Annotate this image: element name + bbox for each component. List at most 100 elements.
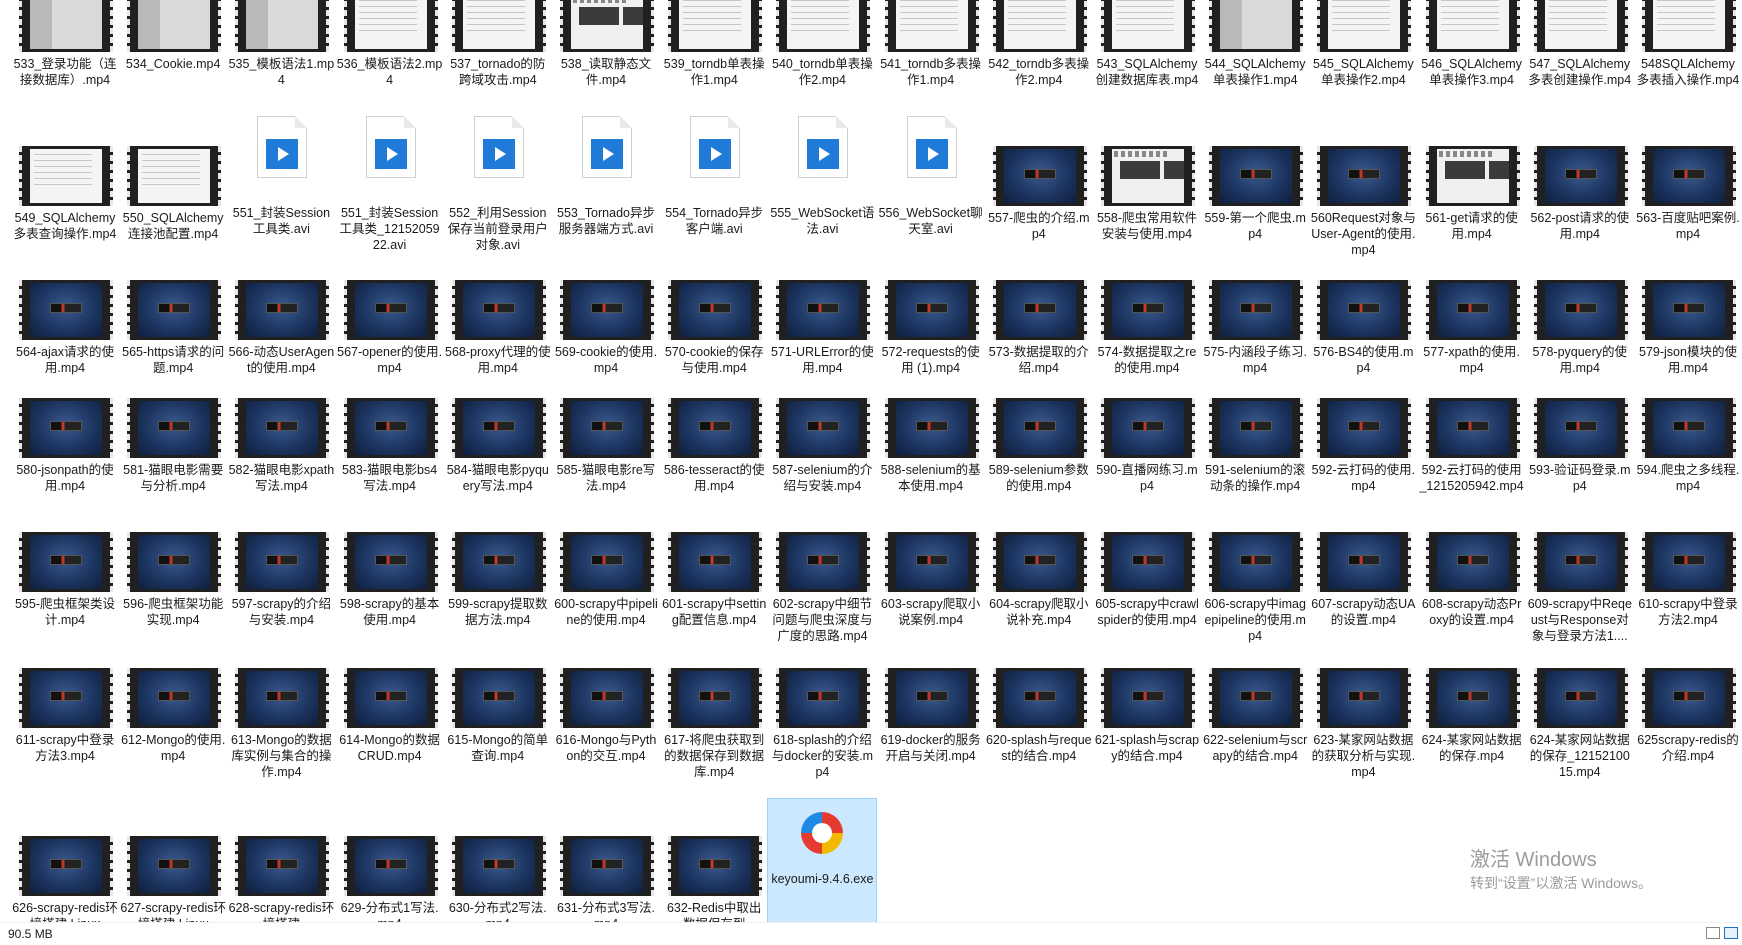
file-name: 541_torndb多表操作1.mp4: [880, 57, 981, 87]
video-frame: [571, 671, 643, 725]
details-view-icon[interactable]: [1706, 927, 1720, 939]
filmstrip-icon: [1642, 146, 1736, 206]
file-name: 535_模板语法1.mp4: [228, 57, 335, 87]
file-name: 631-分布式3写法.mp4: [557, 901, 655, 922]
filmstrip-icon: [19, 280, 113, 340]
video-thumbnail: [668, 532, 763, 592]
video-frame: [462, 0, 535, 49]
video-frame: [138, 839, 211, 893]
video-frame: [1112, 283, 1184, 337]
video-thumbnail: [668, 0, 763, 52]
video-frame: [138, 149, 211, 203]
file-name: 612-Mongo的使用.mp4: [121, 733, 226, 763]
filmstrip-icon: [884, 532, 979, 592]
filmstrip-icon: [776, 280, 871, 340]
filmstrip-icon: [1642, 532, 1736, 592]
video-frame: [571, 0, 643, 49]
filmstrip-icon: [1425, 146, 1520, 206]
filmstrip-icon: [1101, 398, 1195, 458]
filmstrip-icon: [884, 280, 979, 340]
filmstrip-icon: [19, 146, 113, 206]
file-name: 630-分布式2写法.mp4: [448, 901, 547, 922]
video-thumbnail: [1425, 398, 1520, 458]
file-name: 551_封装Session工具类_1215205922.avi: [339, 206, 440, 252]
video-thumbnail: [235, 668, 330, 728]
video-frame: [1220, 0, 1293, 49]
video-frame: [1436, 671, 1509, 725]
video-file-icon: [257, 116, 308, 178]
video-thumbnail: [992, 668, 1087, 728]
video-frame: [1544, 535, 1617, 589]
video-file-icon: [906, 116, 957, 178]
video-frame: [1653, 149, 1725, 203]
video-frame: [571, 839, 643, 893]
video-frame: [895, 671, 968, 725]
file-name: 617-将爬虫获取到的数据保存到数据库.mp4: [664, 733, 765, 779]
filmstrip-icon: [127, 532, 222, 592]
filmstrip-icon: [235, 668, 330, 728]
video-thumbnail: [884, 280, 979, 340]
video-frame: [1653, 401, 1725, 455]
video-thumbnail: [127, 836, 222, 896]
video-thumbnail: [19, 836, 113, 896]
video-thumbnail: [1533, 0, 1628, 52]
video-frame: [138, 283, 211, 337]
video-thumbnail: [1209, 398, 1304, 458]
filmstrip-icon: [776, 532, 871, 592]
video-thumbnail: [1425, 0, 1520, 52]
video-file-icon: [473, 116, 524, 178]
filmstrip-icon: [776, 0, 871, 52]
file-name: 600-scrapy中pipeline的使用.mp4: [554, 597, 658, 627]
video-thumbnail: [127, 0, 222, 52]
video-thumbnail: [1642, 398, 1736, 458]
video-thumbnail: [1101, 146, 1195, 206]
video-file-icon: [690, 116, 741, 178]
video-thumbnail: [235, 836, 330, 896]
filmstrip-icon: [451, 398, 546, 458]
filmstrip-icon: [127, 280, 222, 340]
filmstrip-icon: [1642, 280, 1736, 340]
video-thumbnail: [668, 280, 763, 340]
filmstrip-icon: [992, 0, 1087, 52]
video-thumbnail: [127, 146, 222, 206]
video-frame: [1328, 401, 1401, 455]
filmstrip-icon: [451, 0, 546, 52]
video-thumbnail: [1317, 146, 1412, 206]
video-thumbnail: [343, 836, 438, 896]
video-thumbnail: [776, 280, 871, 340]
video-thumbnail: [451, 398, 546, 458]
file-name: 552_利用Session保存当前登录用户对象.avi: [447, 206, 548, 252]
video-thumbnail: [1425, 668, 1520, 728]
filmstrip-icon: [1533, 280, 1628, 340]
video-frame: [571, 283, 643, 337]
file-name: 622-selenium与scrapy的结合.mp4: [1203, 733, 1308, 763]
video-thumbnail: [1642, 532, 1736, 592]
video-frame: [30, 0, 102, 49]
video-thumbnail: [1209, 280, 1304, 340]
video-thumbnail: [1101, 0, 1195, 52]
large-icons-view-icon[interactable]: [1724, 927, 1738, 939]
video-thumbnail: [992, 398, 1087, 458]
video-frame: [787, 283, 860, 337]
video-thumbnail: [884, 668, 979, 728]
video-frame: [1003, 149, 1076, 203]
filmstrip-icon: [451, 836, 546, 896]
filmstrip-icon: [343, 836, 438, 896]
file-name: 548SQLAlchemy多表插入操作.mp4: [1636, 57, 1740, 87]
video-frame: [246, 839, 319, 893]
filmstrip-icon: [19, 532, 113, 592]
file-name: 558-爬虫常用软件安装与使用.mp4: [1096, 211, 1198, 241]
video-thumbnail: [560, 836, 654, 896]
video-thumbnail: [343, 0, 438, 52]
filmstrip-icon: [1317, 532, 1412, 592]
video-frame: [1328, 671, 1401, 725]
filmstrip-icon: [992, 280, 1087, 340]
video-thumbnail: [1317, 668, 1412, 728]
video-thumbnail: [451, 280, 546, 340]
file-name: 571-URLError的使用.mp4: [770, 345, 874, 375]
filmstrip-icon: [343, 280, 438, 340]
filmstrip-icon: [1101, 668, 1195, 728]
status-bar: 90.5 MB: [0, 922, 1742, 945]
play-icon: [591, 139, 623, 169]
video-thumbnail: [884, 532, 979, 592]
